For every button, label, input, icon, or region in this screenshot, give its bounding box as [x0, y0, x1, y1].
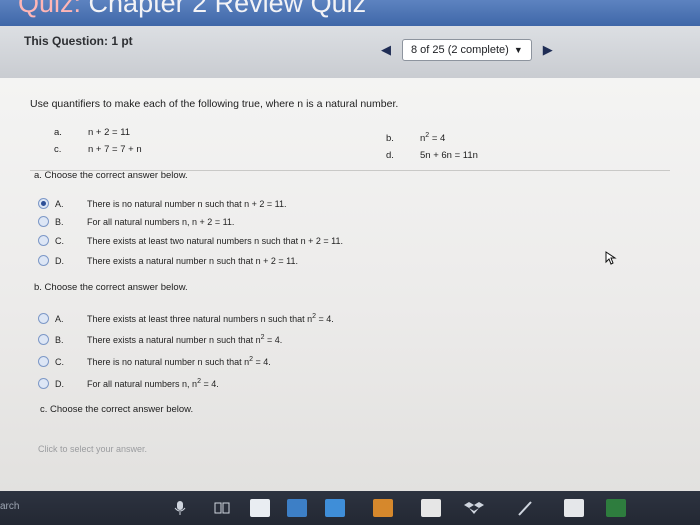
caret-down-icon: ▼	[513, 45, 523, 55]
part-a-option-b[interactable]: B. For all natural numbers n, n + 2 = 11…	[38, 216, 234, 227]
radio-button[interactable]	[38, 334, 49, 345]
question-navigation: ◀ 8 of 25 (2 complete) ▼ ▶	[376, 39, 558, 61]
part-c-heading: c. Choose the correct answer below.	[40, 404, 194, 415]
question-content: Use quantifiers to make each of the foll…	[0, 78, 700, 491]
app-icon-blue[interactable]	[325, 499, 345, 517]
part-b-option-c[interactable]: C. There is no natural number n such tha…	[38, 356, 271, 367]
statement-c: c. n + 7 = 7 + n	[54, 144, 142, 155]
taskbar-search-text[interactable]: arch	[0, 501, 19, 512]
previous-question-button[interactable]: ◀	[376, 40, 396, 60]
part-b-option-b[interactable]: B. There exists a natural number n such …	[38, 334, 282, 345]
question-progress-dropdown[interactable]: 8 of 25 (2 complete) ▼	[402, 39, 532, 61]
question-instruction: Use quantifiers to make each of the foll…	[30, 98, 399, 110]
radio-button[interactable]	[38, 216, 49, 227]
hand-cursor-icon	[605, 251, 617, 265]
next-question-button[interactable]: ▶	[538, 40, 558, 60]
feather-icon[interactable]	[515, 499, 535, 517]
browser-app-icon[interactable]	[250, 499, 270, 517]
radio-button-selected[interactable]	[38, 198, 49, 209]
statement-a: a. n + 2 = 11	[54, 127, 131, 138]
part-a-option-a[interactable]: A. There is no natural number n such tha…	[38, 198, 286, 209]
radio-button[interactable]	[38, 313, 49, 324]
app-icon-white[interactable]	[564, 499, 584, 517]
triangle-right-icon: ▶	[542, 42, 553, 57]
part-b-option-a[interactable]: A. There exists at least three natural n…	[38, 313, 334, 324]
dropbox-icon[interactable]	[464, 499, 484, 517]
excel-icon[interactable]	[606, 499, 626, 517]
microphone-icon[interactable]	[170, 499, 190, 517]
statement-b: b. n2 = 4	[386, 131, 446, 144]
progress-label: 8 of 25 (2 complete)	[411, 44, 509, 56]
radio-button[interactable]	[38, 356, 49, 367]
part-a-option-c[interactable]: C. There exists at least two natural num…	[38, 235, 343, 246]
store-icon[interactable]	[373, 499, 393, 517]
part-c-answer-placeholder[interactable]: Click to select your answer.	[38, 444, 147, 454]
taskbar: arch	[0, 491, 700, 525]
question-info-bar: This Question: 1 pt ◀ 8 of 25 (2 complet…	[0, 26, 700, 79]
statement-d: d. 5n + 6n = 11n	[386, 150, 478, 161]
question-points-label: This Question: 1 pt	[24, 34, 133, 48]
amazon-icon[interactable]	[421, 499, 441, 517]
part-a-heading: a. Choose the correct answer below.	[34, 170, 188, 181]
part-a-option-d[interactable]: D. There exists a natural number n such …	[38, 255, 298, 266]
part-b-heading: b. Choose the correct answer below.	[34, 282, 188, 293]
triangle-left-icon: ◀	[381, 42, 391, 57]
window-title-bar: Quiz: Chapter 2 Review Quiz	[0, 0, 700, 26]
title-text: Chapter 2 Review Quiz	[81, 0, 367, 18]
task-view-icon[interactable]	[212, 499, 232, 517]
file-explorer-icon[interactable]	[287, 499, 307, 517]
radio-button[interactable]	[38, 255, 49, 266]
title-prefix: Quiz:	[18, 0, 82, 18]
radio-button[interactable]	[38, 378, 49, 389]
radio-button[interactable]	[38, 235, 49, 246]
part-b-option-d[interactable]: D. For all natural numbers n, n2 = 4.	[38, 378, 219, 389]
window-title: Quiz: Chapter 2 Review Quiz	[18, 0, 366, 19]
